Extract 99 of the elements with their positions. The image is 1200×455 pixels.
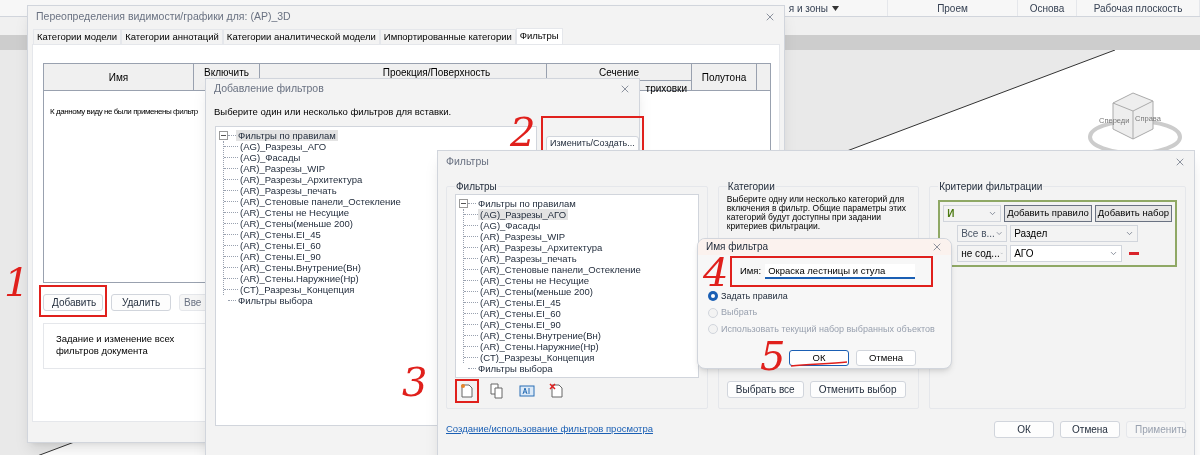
tab[interactable]: Фильтры: [515, 28, 563, 44]
radio-label: Выбрать: [721, 306, 758, 319]
chevron-down-icon: [988, 209, 998, 218]
column-header: Полутона: [701, 70, 747, 85]
dialog-button[interactable]: Добавить набор: [1094, 205, 1172, 222]
chevron-down-icon: [994, 229, 1004, 238]
tree-item[interactable]: (AR)_Стены.EI_60: [238, 240, 323, 252]
tree-item[interactable]: (AR)_Разрезы_печать: [478, 253, 579, 264]
ribbon-panel-title[interactable]: Рабочая плоскость: [1093, 0, 1183, 16]
minus-icon[interactable]: [1129, 251, 1140, 256]
categories-hint: Выберите одну или несколько категорий для включения в фильтр. Общие параметры этих категорий будут доступны при задании критериев фильтрации.: [726, 195, 908, 231]
tab[interactable]: Категории аннотаций: [121, 29, 223, 44]
tree-item[interactable]: Фильтры по правилам: [476, 198, 578, 209]
window-title: Добавление фильтров: [214, 81, 324, 97]
help-link[interactable]: Создание/использование фильтров просмотра: [446, 422, 653, 437]
chevron-down-icon: [1125, 229, 1135, 238]
copy-icon[interactable]: [489, 383, 505, 399]
condition-dropdown[interactable]: не сод...: [957, 245, 1008, 262]
radio-label: Использовать текущий набор выбранных объектов: [721, 322, 935, 336]
tree-item[interactable]: (CT)_Разрезы_Концепция: [238, 284, 357, 296]
dialog-button[interactable]: Удалить: [111, 294, 171, 311]
tree-item[interactable]: (AR)_Стены.EI_45: [238, 229, 323, 241]
dialog-button[interactable]: ОК: [994, 421, 1054, 438]
name-field[interactable]: Окраска лестницы и стула: [765, 263, 916, 279]
group-title: Фильтры: [455, 180, 498, 194]
handwritten-number: 4: [703, 252, 729, 292]
value-dropdown[interactable]: АГО: [1010, 245, 1123, 262]
handwritten-number: 5: [760, 336, 786, 376]
window-title: Переопределения видимости/графики для: (АР)_3D: [36, 9, 291, 25]
dialog-button[interactable]: Выбрать все: [726, 381, 804, 398]
tree-item[interactable]: (AR)_Разрезы_Архитектура: [478, 242, 605, 253]
ribbon-panel-title[interactable]: я и зоны: [788, 0, 828, 16]
dialog-button[interactable]: Отмена: [856, 350, 916, 366]
tab[interactable]: Категории аналитической модели: [222, 29, 380, 44]
window-title: Фильтры: [446, 154, 489, 170]
tree-item[interactable]: (AR)_Стены(меньше 200): [238, 218, 355, 230]
radio-label: Задать правила: [721, 289, 788, 303]
field-label: Имя:: [740, 263, 762, 278]
handwritten-number: 1: [4, 262, 30, 302]
delete-icon[interactable]: [549, 383, 565, 399]
tree-item[interactable]: (AR)_Стены.EI_60: [478, 308, 563, 319]
handwritten-number: 2: [510, 112, 536, 152]
tree-item[interactable]: (AG)_Разрезы_АГО: [478, 209, 569, 220]
tree-item[interactable]: (AR)_Разрезы_Архитектура: [238, 174, 365, 186]
tree-item[interactable]: Фильтры выбора: [236, 295, 315, 307]
column-header: триховки: [645, 82, 687, 93]
column-header: Имя: [108, 70, 129, 85]
tree-item[interactable]: (AR)_Стены не Несущие: [238, 207, 352, 219]
tree-item[interactable]: (AR)_Стены.EI_90: [238, 251, 323, 263]
close-icon[interactable]: [1174, 156, 1186, 168]
empty-table-message: К данному виду не были применены фильтр: [50, 107, 198, 116]
column-header: Включить: [204, 66, 249, 80]
category-dropdown[interactable]: Все в...: [957, 225, 1008, 242]
dialog-button[interactable]: Отмена: [1060, 421, 1120, 438]
window-title: Имя фильтра: [706, 240, 769, 255]
tree-item[interactable]: (AG)_Фасады: [238, 152, 303, 164]
dialog-button[interactable]: Отменить выбор: [809, 381, 906, 398]
column-header: Сечение: [599, 66, 639, 80]
chevron-down-icon: [1109, 249, 1119, 258]
tree-item[interactable]: (AG)_Фасады: [478, 220, 543, 231]
dialog-prompt: Выберите один или несколько фильтров для вставки.: [213, 105, 453, 119]
dialog-button[interactable]: ОК: [789, 350, 849, 366]
close-icon[interactable]: [619, 83, 631, 95]
tree-item[interactable]: (AR)_Разрезы_WIP: [478, 231, 568, 242]
rename-icon[interactable]: [519, 383, 535, 399]
tree-item[interactable]: Фильтры выбора: [476, 363, 555, 374]
close-icon[interactable]: [764, 11, 776, 23]
tree-item[interactable]: (AG)_Разрезы_АГО: [238, 141, 329, 153]
parameter-dropdown[interactable]: Раздел: [1010, 225, 1139, 242]
tree-item[interactable]: (CT)_Разрезы_Концепция: [478, 352, 597, 363]
tree-item[interactable]: (AR)_Стены.Внутрение(Вн): [478, 330, 603, 341]
group-title: Категории: [726, 180, 776, 194]
caret-icon[interactable]: [832, 5, 839, 11]
column-header: Проекция/Поверхность: [382, 66, 491, 80]
tree-item[interactable]: (AR)_Стены.Наружние(Нр): [238, 273, 361, 285]
tab[interactable]: Категории модели: [33, 29, 122, 44]
tree-item[interactable]: Фильтры по правилам: [236, 130, 338, 142]
tree-item[interactable]: (AR)_Стены.Внутрение(Вн): [238, 262, 363, 274]
dialog-button[interactable]: Добавить: [43, 294, 103, 311]
tree-item[interactable]: (AR)_Стеновые панели_Остекление: [478, 264, 643, 275]
dialog-button[interactable]: Добавить правило: [1004, 205, 1092, 222]
tree-item[interactable]: (AR)_Разрезы_WIP: [238, 163, 328, 175]
ribbon-panel-title[interactable]: Основа: [1029, 0, 1065, 16]
tree-item[interactable]: (AR)_Стены.EI_90: [478, 319, 563, 330]
collapse-icon[interactable]: [219, 131, 228, 141]
tree-item[interactable]: (AR)_Стены.Наружние(Нр): [478, 341, 601, 352]
group-title: Критерии фильтрации: [938, 180, 1044, 194]
collapse-icon[interactable]: [459, 199, 468, 208]
radio-button[interactable]: [708, 291, 718, 302]
tab[interactable]: Импортированные категории: [379, 29, 516, 44]
operator-dropdown[interactable]: И: [943, 205, 1002, 222]
tree-item[interactable]: (AR)_Стены.EI_45: [478, 297, 563, 308]
tree-item[interactable]: (AR)_Разрезы_печать: [238, 185, 339, 197]
tree-item[interactable]: (AR)_Стены(меньше 200): [478, 286, 595, 297]
tree-item[interactable]: (AR)_Стеновые панели_Остекление: [238, 196, 403, 208]
handwritten-number: 3: [402, 362, 428, 402]
group-description: Задание и изменение всех фильтров документа: [56, 333, 176, 357]
ribbon-panel-title[interactable]: Проем: [937, 0, 968, 16]
tree-item[interactable]: (AR)_Стены не Несущие: [478, 275, 592, 286]
